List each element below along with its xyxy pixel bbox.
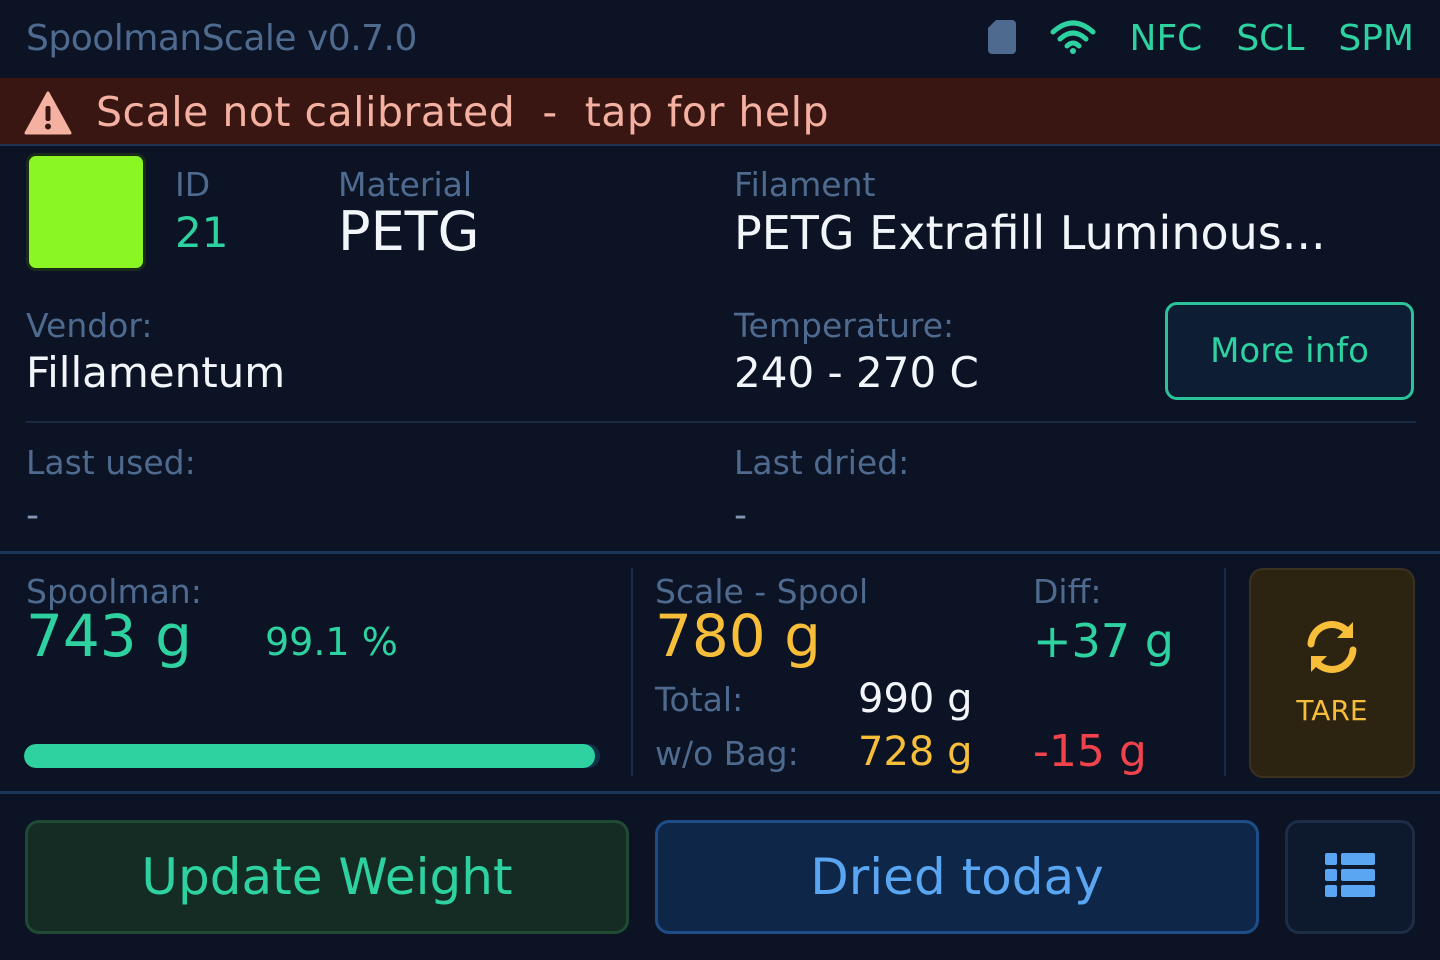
spoolman-weight-value: 743 g xyxy=(26,602,192,670)
diff-value: +37 g xyxy=(1033,614,1174,668)
menu-button[interactable] xyxy=(1285,820,1415,934)
filament-label: Filament xyxy=(734,165,876,204)
scale-spool-value: 780 g xyxy=(655,602,821,670)
spool-color-swatch xyxy=(26,153,146,271)
alert-text: Scale not calibrated - tap for help xyxy=(96,88,830,136)
tare-button[interactable]: TARE xyxy=(1249,568,1415,778)
calibration-alert[interactable]: Scale not calibrated - tap for help xyxy=(0,78,1440,146)
status-bar: SpoolmanScale v0.7.0 NFC SCL SPM xyxy=(0,0,1440,78)
scale-status: SCL xyxy=(1236,18,1305,59)
spool-id: 21 xyxy=(175,208,229,257)
refresh-icon xyxy=(1301,616,1363,678)
warning-icon xyxy=(24,91,72,135)
filament-value: PETG Extrafill Luminous... xyxy=(734,206,1326,260)
status-indicators: NFC SCL SPM xyxy=(987,18,1414,59)
divider xyxy=(1224,568,1226,776)
without-bag-label: w/o Bag: xyxy=(655,734,799,773)
temperature-label: Temperature: xyxy=(734,306,955,345)
vendor-label: Vendor: xyxy=(26,306,153,345)
list-icon xyxy=(1325,853,1375,901)
update-weight-button[interactable]: Update Weight xyxy=(25,820,629,934)
sd-card-icon xyxy=(987,19,1016,58)
last-dried-label: Last dried: xyxy=(734,443,910,482)
divider xyxy=(26,421,1416,423)
id-label: ID xyxy=(175,165,211,204)
dried-today-button[interactable]: Dried today xyxy=(655,820,1259,934)
total-label: Total: xyxy=(655,680,744,719)
material-value: PETG xyxy=(338,200,480,263)
more-info-button[interactable]: More info xyxy=(1165,302,1414,400)
last-dried-value: - xyxy=(734,495,747,536)
divider xyxy=(0,791,1440,794)
divider xyxy=(0,551,1440,554)
without-bag-value: 728 g xyxy=(858,729,973,775)
temperature-value: 240 - 270 C xyxy=(734,348,979,397)
total-value: 990 g xyxy=(858,676,973,722)
remaining-progress-fill xyxy=(24,744,595,768)
spoolman-status: SPM xyxy=(1338,18,1414,59)
last-used-value: - xyxy=(26,495,39,536)
spoolman-percent: 99.1 % xyxy=(265,620,398,664)
tare-label: TARE xyxy=(1296,694,1368,727)
diff-label: Diff: xyxy=(1033,572,1102,611)
remaining-progress-bar xyxy=(24,744,600,768)
without-bag-diff: -15 g xyxy=(1033,726,1147,777)
last-used-label: Last used: xyxy=(26,443,196,482)
nfc-status: NFC xyxy=(1129,18,1203,59)
material-label: Material xyxy=(338,165,473,204)
vendor-value: Fillamentum xyxy=(26,348,286,397)
divider xyxy=(631,568,633,776)
app-title: SpoolmanScale v0.7.0 xyxy=(26,18,417,59)
wifi-icon xyxy=(1050,20,1096,58)
